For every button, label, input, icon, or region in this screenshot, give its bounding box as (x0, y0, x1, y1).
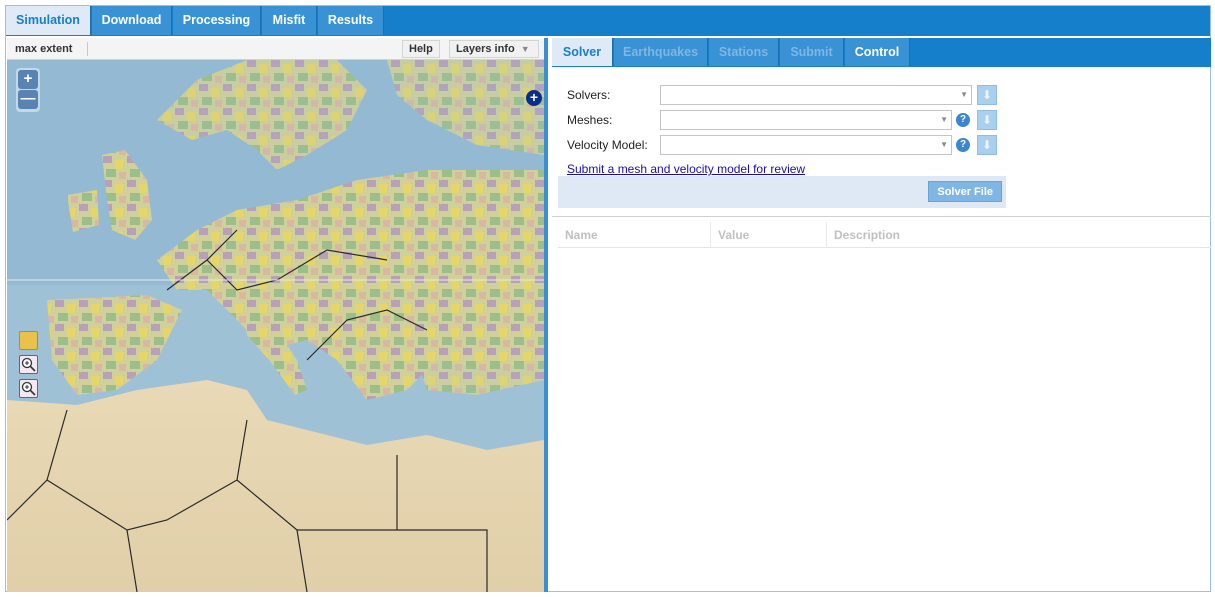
geology-map (7, 60, 544, 592)
chevron-down-icon: ▼ (940, 115, 948, 124)
download-icon[interactable]: ⬇ (977, 110, 997, 130)
toolbar-separator (87, 42, 88, 56)
main-tab-bar: Simulation Download Processing Misfit Re… (6, 6, 1210, 36)
column-header-value[interactable]: Value (711, 222, 827, 248)
meshes-select[interactable]: ▼ (660, 110, 952, 130)
download-icon[interactable]: ⬇ (977, 85, 997, 105)
solvers-select[interactable]: ▼ (660, 85, 972, 105)
tab-misfit[interactable]: Misfit (262, 6, 317, 35)
column-header-description[interactable]: Description (827, 222, 1211, 248)
meshes-label: Meshes: (567, 113, 613, 127)
map-toolbar: max extent Help Layers info ▼ (7, 38, 544, 60)
solver-form: Solvers: ▼ ⬇ Meshes: ▼ ? ⬇ Velocity Mode… (552, 71, 1211, 217)
grid-header: Name Value Description (558, 222, 1211, 248)
chevron-down-icon: ▼ (960, 90, 968, 99)
map-panel: max extent Help Layers info ▼ + — + (7, 38, 548, 592)
zoom-control: + — (16, 68, 40, 112)
zoom-out-button[interactable]: — (18, 90, 38, 109)
velocity-model-select[interactable]: ▼ (660, 135, 952, 155)
layers-info-button[interactable]: Layers info ▼ (449, 40, 539, 58)
layer-switcher-plus-icon[interactable]: + (526, 90, 542, 106)
pan-icon[interactable] (19, 331, 38, 350)
zoom-in-button[interactable]: + (18, 70, 38, 89)
download-icon[interactable]: ⬇ (977, 135, 997, 155)
zoom-extent-icon[interactable] (19, 379, 38, 398)
solver-button-bar: Solver File (558, 176, 1006, 208)
solver-tab-bar: Solver Earthquakes Stations Submit Contr… (552, 38, 1211, 67)
parameter-grid: Name Value Description (552, 222, 1211, 592)
tab-stations[interactable]: Stations (709, 38, 779, 66)
submit-mesh-link[interactable]: Submit a mesh and velocity model for rev… (567, 162, 805, 176)
tab-results[interactable]: Results (318, 6, 384, 35)
tab-submit[interactable]: Submit (780, 38, 844, 66)
chevron-down-icon: ▼ (940, 140, 948, 149)
help-button[interactable]: Help (402, 40, 440, 58)
help-icon[interactable]: ? (956, 138, 970, 152)
column-header-name[interactable]: Name (558, 222, 711, 248)
zoom-box-icon[interactable] (19, 355, 38, 374)
application-window: Simulation Download Processing Misfit Re… (5, 5, 1211, 592)
solver-panel: Solver Earthquakes Stations Submit Contr… (552, 38, 1211, 592)
tab-processing[interactable]: Processing (173, 6, 261, 35)
layers-info-label: Layers info (456, 43, 515, 55)
tab-simulation[interactable]: Simulation (6, 6, 91, 35)
solver-file-button[interactable]: Solver File (928, 181, 1002, 202)
max-extent-button[interactable]: max extent (8, 40, 79, 58)
tab-download[interactable]: Download (92, 6, 172, 35)
map-canvas[interactable]: + — + (7, 60, 544, 592)
chevron-down-icon: ▼ (520, 44, 530, 54)
help-icon[interactable]: ? (956, 113, 970, 127)
solvers-label: Solvers: (567, 88, 611, 102)
velocity-model-label: Velocity Model: (567, 138, 648, 152)
tab-control[interactable]: Control (845, 38, 910, 66)
tab-earthquakes[interactable]: Earthquakes (614, 38, 708, 66)
tab-solver[interactable]: Solver (552, 38, 613, 66)
